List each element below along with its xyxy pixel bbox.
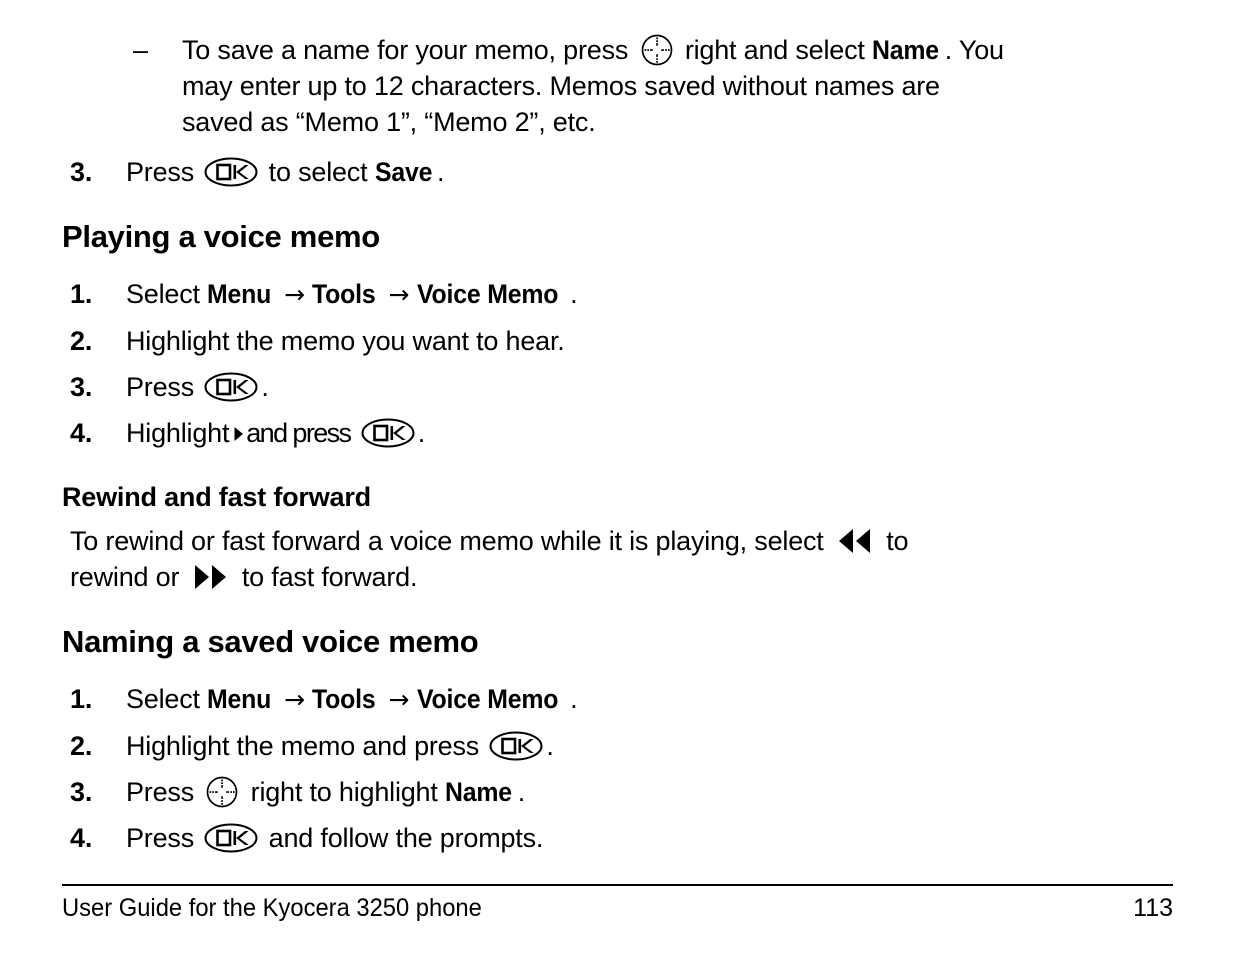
section-heading-naming: Naming a saved voice memo <box>62 624 479 659</box>
step-text-post: . <box>437 157 445 187</box>
ok-key-icon <box>361 418 415 448</box>
step-number: 2. <box>70 326 93 356</box>
dash-bullet-mark: – <box>133 35 148 65</box>
step-text: Highlight the memo you want to hear. <box>126 326 565 356</box>
name-option-label: Name <box>872 35 939 65</box>
save-option-label: Save <box>374 157 433 187</box>
rewind-paragraph: To rewind or fast forward a voice memo w… <box>62 523 1173 595</box>
document-page: – To save a name for your memo, press ri… <box>0 0 1235 954</box>
step-number: 3. <box>70 372 93 402</box>
navigation-key-icon <box>205 775 239 809</box>
step-text-pre: Press <box>126 823 195 853</box>
arrow-right-icon: → <box>388 280 410 309</box>
ok-key-icon <box>204 157 258 187</box>
section-heading-playing: Playing a voice memo <box>62 219 380 254</box>
step-text-pre: Press <box>126 777 195 807</box>
rewind-para-part1: To rewind or fast forward a voice memo w… <box>70 526 824 556</box>
naming-step-3: 3. Press right to highlight Name. <box>62 774 1173 810</box>
section-heading-rewind: Rewind and fast forward <box>62 482 371 512</box>
step-press-ok-save: 3. Press to select Save. <box>62 154 1173 190</box>
menu-path-tools: Tools <box>312 684 376 714</box>
step-number: 4. <box>70 823 93 853</box>
footer-page-number: 113 <box>1133 894 1173 922</box>
step-text-post: . <box>261 372 269 402</box>
step-text-pre: Press <box>126 372 195 402</box>
step-text-mid: right to highlight <box>250 777 438 807</box>
step-number: 1. <box>70 684 93 714</box>
footer-guide-title: User Guide for the Kyocera 3250 phone <box>62 894 482 922</box>
arrow-right-icon: → <box>284 685 305 714</box>
navigation-key-icon <box>640 33 674 67</box>
fast-forward-double-right-icon <box>191 563 231 591</box>
step-text-pre: Select <box>126 279 200 309</box>
playing-step-4: 4. Highlight and press . <box>62 415 1173 451</box>
step-number: 1. <box>70 279 93 309</box>
step-text-post: . <box>517 777 526 807</box>
menu-path-menu: Menu <box>207 684 272 714</box>
ok-key-icon <box>489 731 543 761</box>
sub-bullet-line3: saved as “Memo 1”, “Memo 2”, etc. <box>182 107 596 137</box>
step-text-mid: and press <box>246 418 352 448</box>
menu-path-voice-memo: Voice Memo <box>416 684 558 714</box>
playing-step-3: 3. Press . <box>62 369 1173 405</box>
naming-step-1: 1. Select Menu → Tools → Voice Memo. <box>62 681 1173 718</box>
step-number: 2. <box>70 731 93 761</box>
step-text-post: . <box>546 731 554 761</box>
sub-bullet-line2: may enter up to 12 characters. Memos sav… <box>182 71 940 101</box>
sub-bullet-line1-mid: right and select <box>684 35 865 65</box>
step-text-pre: Highlight the memo and press <box>126 731 480 761</box>
ok-key-icon <box>204 823 258 853</box>
playing-step-1: 1. Select Menu → Tools → Voice Memo. <box>62 276 1173 313</box>
playing-step-2: 2. Highlight the memo you want to hear. <box>62 323 1173 359</box>
menu-path-tools: Tools <box>312 279 376 309</box>
step-text-pre: Select <box>126 684 200 714</box>
play-triangle-icon <box>233 417 244 441</box>
rewind-para-part4: to fast forward. <box>241 562 418 592</box>
step-text-post: . <box>570 684 578 714</box>
footer-divider <box>62 884 1173 886</box>
page-footer: User Guide for the Kyocera 3250 phone 11… <box>62 884 1173 924</box>
step-text-pre: Press <box>126 157 195 187</box>
menu-path-voice-memo: Voice Memo <box>416 279 558 309</box>
ok-key-icon <box>204 372 258 402</box>
rewind-para-part3: rewind or <box>70 562 180 592</box>
step-text-post: . <box>417 418 426 448</box>
name-option-label: Name <box>445 777 512 807</box>
naming-step-2: 2. Highlight the memo and press . <box>62 728 1173 764</box>
step-text-post: and follow the prompts. <box>268 823 544 853</box>
step-number: 3. <box>70 157 93 187</box>
step-number: 4. <box>70 418 93 448</box>
step-text-post: . <box>570 279 578 309</box>
step-text-mid: to select <box>268 157 368 187</box>
rewind-double-left-icon <box>835 527 875 555</box>
sub-bullet-line1-post: . You <box>944 35 1004 65</box>
naming-step-4: 4. Press and follow the prompts. <box>62 820 1173 856</box>
menu-path-menu: Menu <box>207 279 272 309</box>
sub-bullet-line1-pre: To save a name for your memo, press <box>182 35 629 65</box>
rewind-para-part2: to <box>886 526 909 556</box>
step-text-pre: Highlight <box>126 418 230 448</box>
arrow-right-icon: → <box>388 685 410 714</box>
arrow-right-icon: → <box>284 280 305 309</box>
step-number: 3. <box>70 777 93 807</box>
sub-bullet-item: – To save a name for your memo, press ri… <box>62 0 1173 140</box>
